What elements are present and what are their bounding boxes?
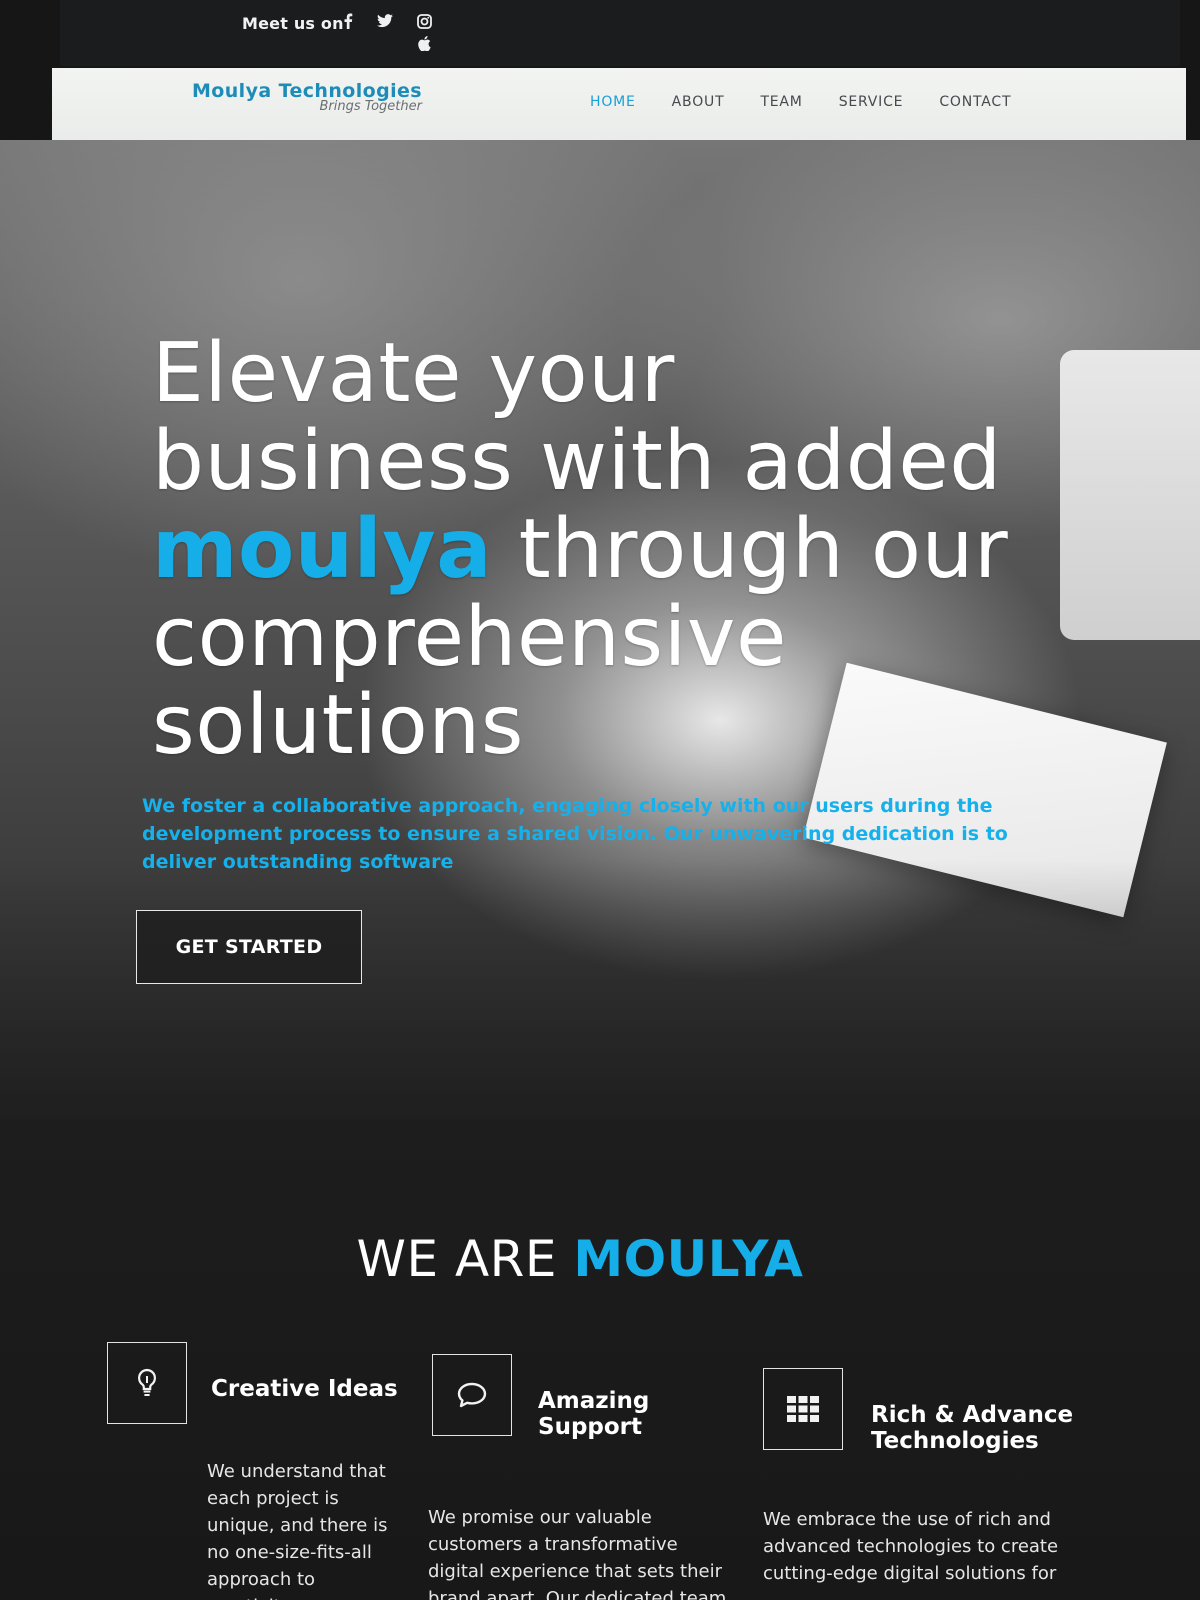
nav-item-service[interactable]: SERVICE [839,94,904,110]
hero-title: Elevate your business with added moulya … [152,330,1052,770]
instagram-icon[interactable] [415,12,433,30]
chat-bubble-icon [432,1354,512,1436]
feature-title: Rich & Advance Technologies [871,1402,1074,1454]
nav-item-about[interactable]: ABOUT [672,94,725,110]
hero-section: Elevate your business with added moulya … [0,140,1200,1120]
section-title-accent: MOULYA [573,1230,804,1288]
nav-item-team[interactable]: TEAM [760,94,802,110]
feature-title: Creative Ideas [211,1376,398,1402]
section-title-prefix: WE ARE [356,1230,574,1288]
top-bar: Meet us on [60,0,1180,66]
feature-description: We promise our valuable customers a tran… [428,1507,727,1600]
brand-logo[interactable]: Moulya Technologies Brings Together [192,80,422,114]
feature-description: We embrace the use of rich and advanced … [763,1509,1059,1584]
nav-menu: HOME ABOUT TEAM SERVICE CONTACT [590,94,1047,110]
hero-description: We foster a collaborative approach, enga… [142,795,1008,873]
hero-title-start: Elevate your business with added [152,326,1002,509]
hero-background-shade [0,860,1200,1120]
section-title: WE ARE MOULYA [0,1230,1160,1288]
grid-icon [763,1368,843,1450]
lightbulb-icon [107,1342,187,1424]
facebook-icon[interactable] [339,12,357,30]
meet-us-label: Meet us on [242,14,344,33]
get-started-button[interactable]: GET STARTED [136,910,362,984]
twitter-icon[interactable] [376,12,394,30]
feature-title: Amazing Support [538,1388,650,1440]
nav-item-home[interactable]: HOME [590,94,636,110]
nav-item-contact[interactable]: CONTACT [939,94,1011,110]
apple-icon[interactable] [415,34,433,52]
hero-background-laptop [1060,350,1200,640]
feature-description: We understand that each project is uniqu… [207,1461,388,1600]
navbar: Moulya Technologies Brings Together HOME… [52,68,1186,140]
hero-title-accent: moulya [152,502,493,597]
page: Meet us on Moulya Technologies Brings To… [0,0,1200,1600]
